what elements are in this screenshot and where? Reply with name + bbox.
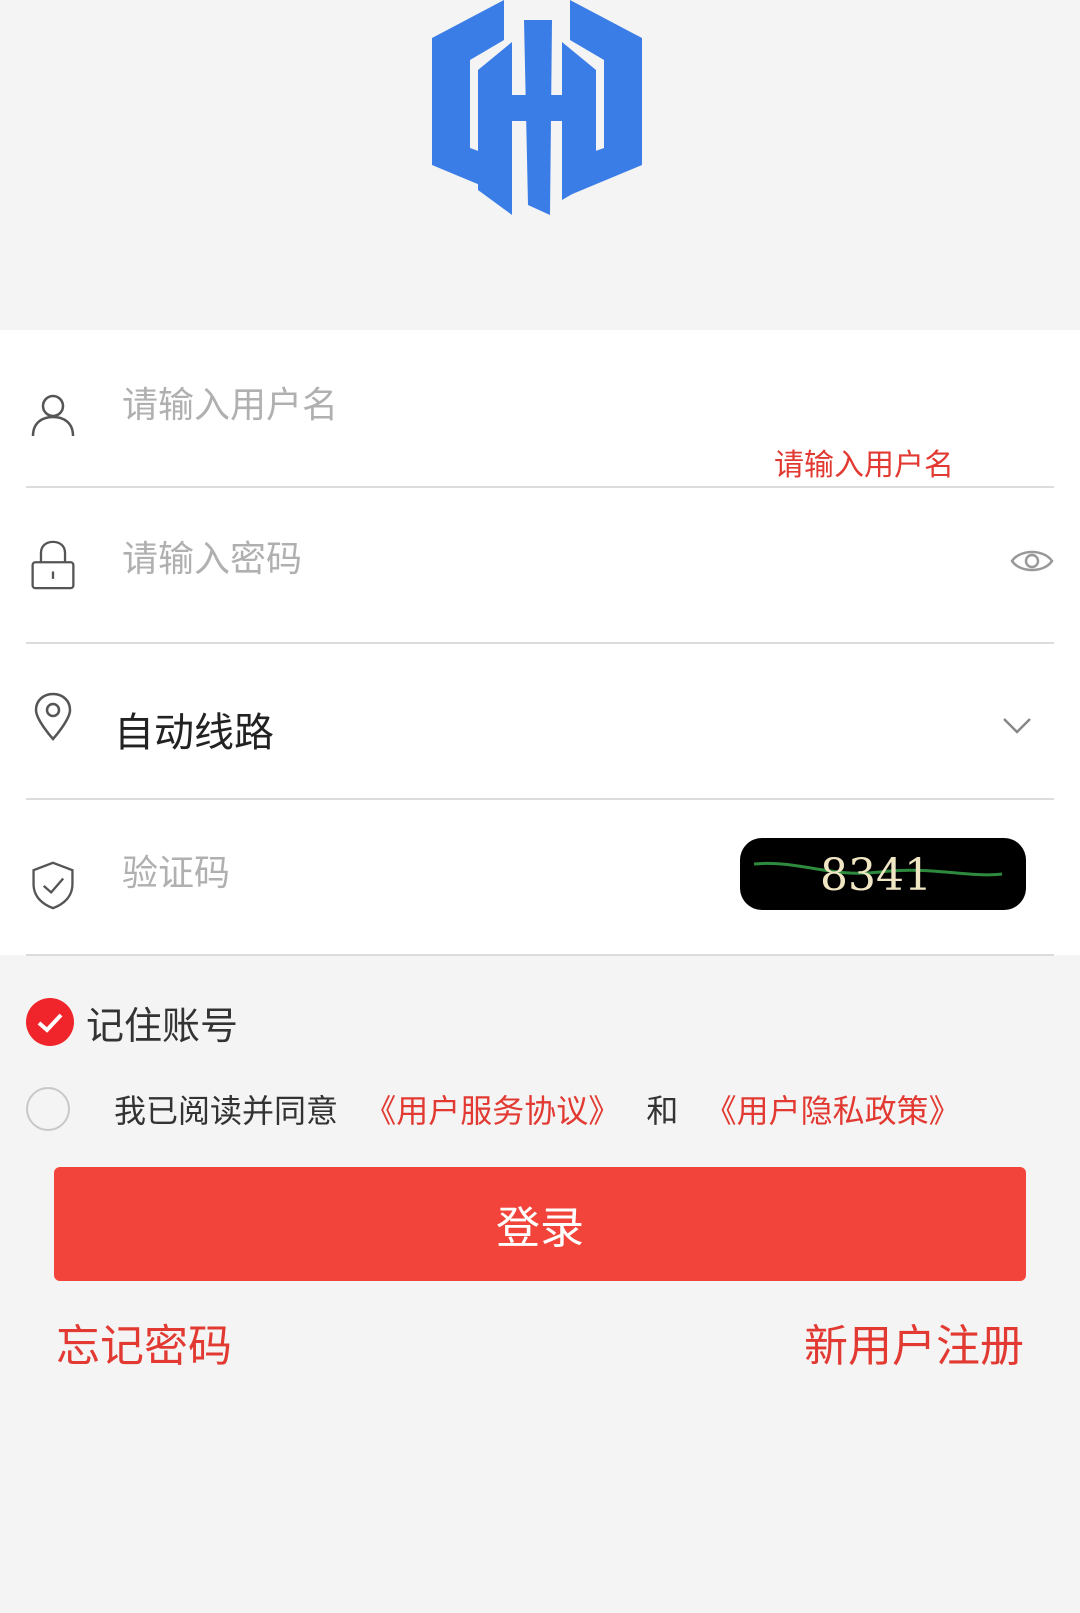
route-selected-value: 自动线路	[114, 710, 274, 756]
user-icon	[31, 394, 75, 437]
register-link[interactable]: 新用户注册	[804, 1310, 1024, 1374]
captcha-graphic: 8341	[753, 850, 1003, 901]
username-row: 请输入用户名	[26, 330, 1054, 488]
route-selector[interactable]: 自动线路	[26, 642, 1054, 800]
agreement-row: 我已阅读并同意 《用户服务协议》 和 《用户隐私政策》	[26, 1084, 977, 1134]
agreement-prefix: 我已阅读并同意	[114, 1092, 339, 1130]
username-error: 请输入用户名	[774, 448, 954, 483]
remember-label: 记住账号	[86, 1003, 239, 1048]
checkmark-icon	[37, 1013, 63, 1033]
privacy-policy-link[interactable]: 《用户隐私政策》	[705, 1092, 961, 1130]
login-form: 请输入用户名 自动线路 8341	[0, 330, 1080, 956]
chevron-down-icon	[1003, 718, 1031, 734]
agreement-and: 和	[646, 1092, 679, 1130]
password-input[interactable]	[122, 534, 682, 584]
remember-account[interactable]: 记住账号	[26, 997, 239, 1048]
location-pin-icon	[34, 692, 72, 741]
forgot-password-link[interactable]: 忘记密码	[56, 1310, 232, 1374]
captcha-row: 8341	[26, 798, 1054, 956]
password-row	[26, 486, 1054, 644]
captcha-image[interactable]: 8341	[740, 838, 1026, 910]
agreement-text: 我已阅读并同意 《用户服务协议》 和 《用户隐私政策》	[114, 1086, 977, 1132]
captcha-input[interactable]	[122, 848, 682, 898]
service-agreement-link[interactable]: 《用户服务协议》	[364, 1092, 620, 1130]
app-logo	[432, 0, 642, 215]
username-input[interactable]	[122, 380, 682, 430]
shield-check-icon	[32, 861, 74, 910]
login-button[interactable]: 登录	[54, 1167, 1026, 1281]
logo-area	[0, 0, 1080, 330]
eye-icon[interactable]	[1010, 546, 1054, 576]
remember-checkbox[interactable]	[26, 998, 74, 1046]
agreement-checkbox[interactable]	[26, 1087, 70, 1131]
captcha-code: 8341	[820, 850, 932, 901]
lock-icon	[31, 540, 75, 590]
